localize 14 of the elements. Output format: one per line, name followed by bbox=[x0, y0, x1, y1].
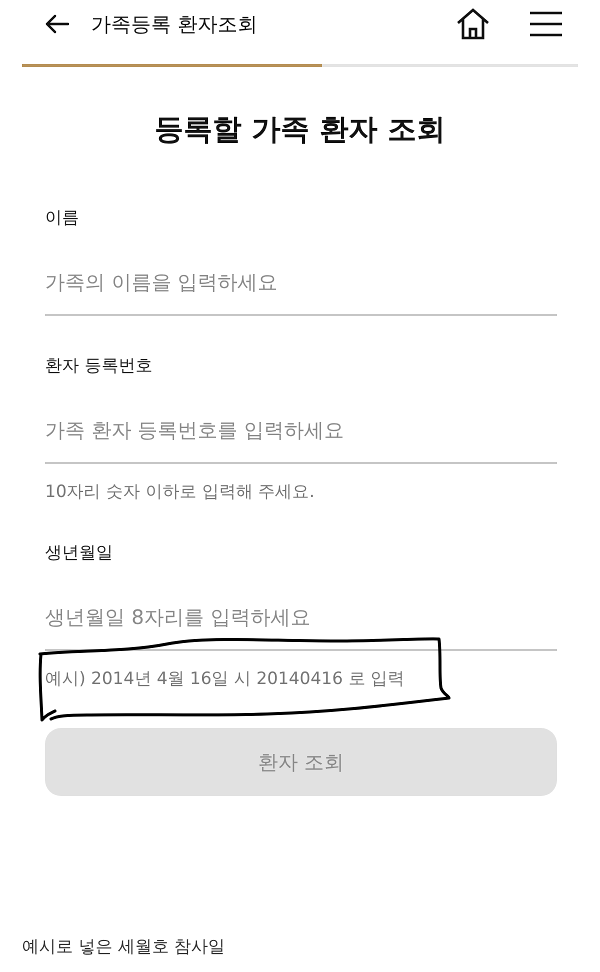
page-heading: 등록할 가족 환자 조회 bbox=[154, 111, 446, 147]
field-label: 환자 등록번호 bbox=[45, 356, 152, 377]
field-label: 생년월일 bbox=[45, 543, 113, 564]
hint-text: 예시) 2014년 4월 16일 시 20140416 로 입력 bbox=[45, 669, 405, 690]
page-title: 가족등록 환자조회 bbox=[91, 10, 258, 38]
back-arrow-icon[interactable] bbox=[45, 14, 69, 34]
field-label: 이름 bbox=[45, 208, 79, 229]
home-icon[interactable] bbox=[456, 8, 490, 40]
hint-text: 10자리 숫자 이하로 입력해 주세요. bbox=[45, 482, 315, 503]
caption-text: 예시로 넣은 세월호 참사일 bbox=[22, 936, 226, 958]
menu-icon[interactable] bbox=[530, 11, 562, 37]
input-field[interactable]: 생년월일 8자리를 입력하세요 bbox=[45, 593, 557, 651]
input-field[interactable]: 가족 환자 등록번호를 입력하세요 bbox=[45, 406, 557, 464]
input-field[interactable]: 가족의 이름을 입력하세요 bbox=[45, 258, 557, 316]
